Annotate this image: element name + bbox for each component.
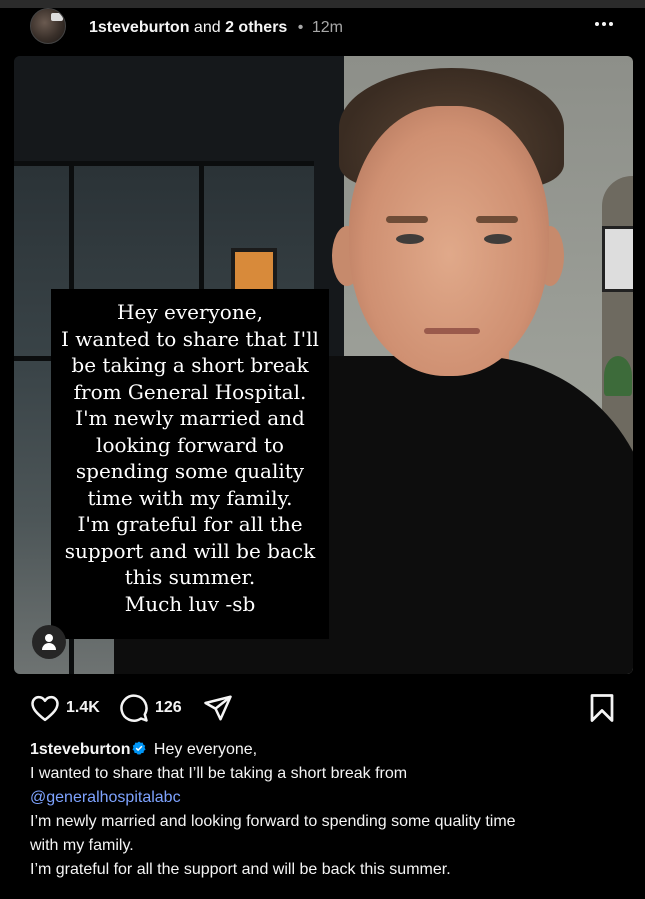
comment-button[interactable]: 126 bbox=[119, 690, 182, 726]
overlay-line: I wanted to share that I'll bbox=[61, 326, 319, 351]
plant bbox=[604, 356, 632, 396]
separator-dot: • bbox=[297, 19, 304, 36]
mouth bbox=[424, 328, 480, 334]
overlay-line: spending some quality bbox=[75, 459, 305, 483]
author-username[interactable]: 1steveburton bbox=[89, 19, 189, 36]
share-icon bbox=[204, 695, 232, 721]
save-button[interactable] bbox=[588, 690, 616, 726]
tagged-users-button[interactable] bbox=[32, 625, 66, 659]
caption-text: I wanted to share that I’ll be taking a … bbox=[30, 765, 408, 782]
more-options-button[interactable] bbox=[590, 14, 618, 34]
face bbox=[349, 106, 549, 376]
caption-text: I’m newly married and looking forward to… bbox=[30, 813, 516, 830]
window-frame bbox=[14, 161, 314, 166]
mention-link[interactable]: @generalhospitalabc bbox=[30, 789, 181, 806]
text-overlay: Hey everyone, I wanted to share that I'l… bbox=[51, 289, 329, 639]
share-button[interactable] bbox=[203, 690, 233, 726]
overlay-line: Hey everyone, bbox=[117, 300, 263, 324]
avatar[interactable] bbox=[30, 8, 66, 44]
action-bar: 1.4K 126 bbox=[0, 690, 645, 726]
overlay-line: time with my family. bbox=[87, 485, 293, 510]
bookmark-icon bbox=[590, 694, 614, 722]
post-caption: 1steveburton Hey everyone, I wanted to s… bbox=[30, 738, 620, 882]
more-dot bbox=[609, 22, 613, 26]
post-time[interactable]: 12m bbox=[312, 19, 343, 36]
post-image[interactable]: Hey everyone, I wanted to share that I'l… bbox=[14, 56, 633, 674]
caption-text: Hey everyone, bbox=[153, 741, 258, 758]
caption-text: with my family. bbox=[30, 837, 134, 854]
eye bbox=[484, 234, 512, 244]
heart-icon bbox=[31, 695, 59, 722]
person-tag-icon-body bbox=[42, 643, 56, 650]
verified-badge-icon bbox=[132, 741, 147, 755]
avatar-badge bbox=[51, 13, 63, 21]
overlay-line: I'm grateful for all the bbox=[77, 512, 303, 536]
overlay-line: be taking a short break bbox=[71, 353, 309, 377]
like-count[interactable]: 1.4K bbox=[66, 699, 100, 717]
picture-frame bbox=[602, 226, 633, 292]
top-bar bbox=[0, 0, 645, 8]
post-header: 1steveburton and 2 others • 12m bbox=[0, 8, 645, 46]
caption-first-line: 1steveburton Hey everyone, bbox=[30, 738, 620, 762]
eye bbox=[396, 234, 424, 244]
caption-text: I’m grateful for all the support and wil… bbox=[30, 861, 451, 878]
overlay-line: this summer. bbox=[124, 565, 256, 589]
comment-icon bbox=[120, 694, 148, 722]
and-text: and bbox=[193, 19, 221, 36]
person-tag-icon bbox=[45, 634, 53, 642]
more-dot bbox=[602, 22, 606, 26]
caption-username[interactable]: 1steveburton bbox=[30, 741, 130, 758]
like-button[interactable]: 1.4K bbox=[30, 690, 100, 726]
overlay-line: support and will be back bbox=[64, 538, 316, 563]
overlay-line: Much luv -sb bbox=[124, 591, 256, 616]
comment-count[interactable]: 126 bbox=[155, 699, 182, 717]
eyebrow bbox=[476, 216, 518, 223]
others-link[interactable]: 2 others bbox=[225, 19, 287, 36]
eyebrow bbox=[386, 216, 428, 223]
overlay-line: looking forward to bbox=[96, 432, 284, 457]
overlay-line: from General Hospital. bbox=[73, 379, 307, 404]
more-horizontal-icon bbox=[595, 22, 599, 26]
author-line: 1steveburton and 2 others • 12m bbox=[89, 18, 343, 38]
overlay-line: I'm newly married and bbox=[75, 406, 305, 430]
